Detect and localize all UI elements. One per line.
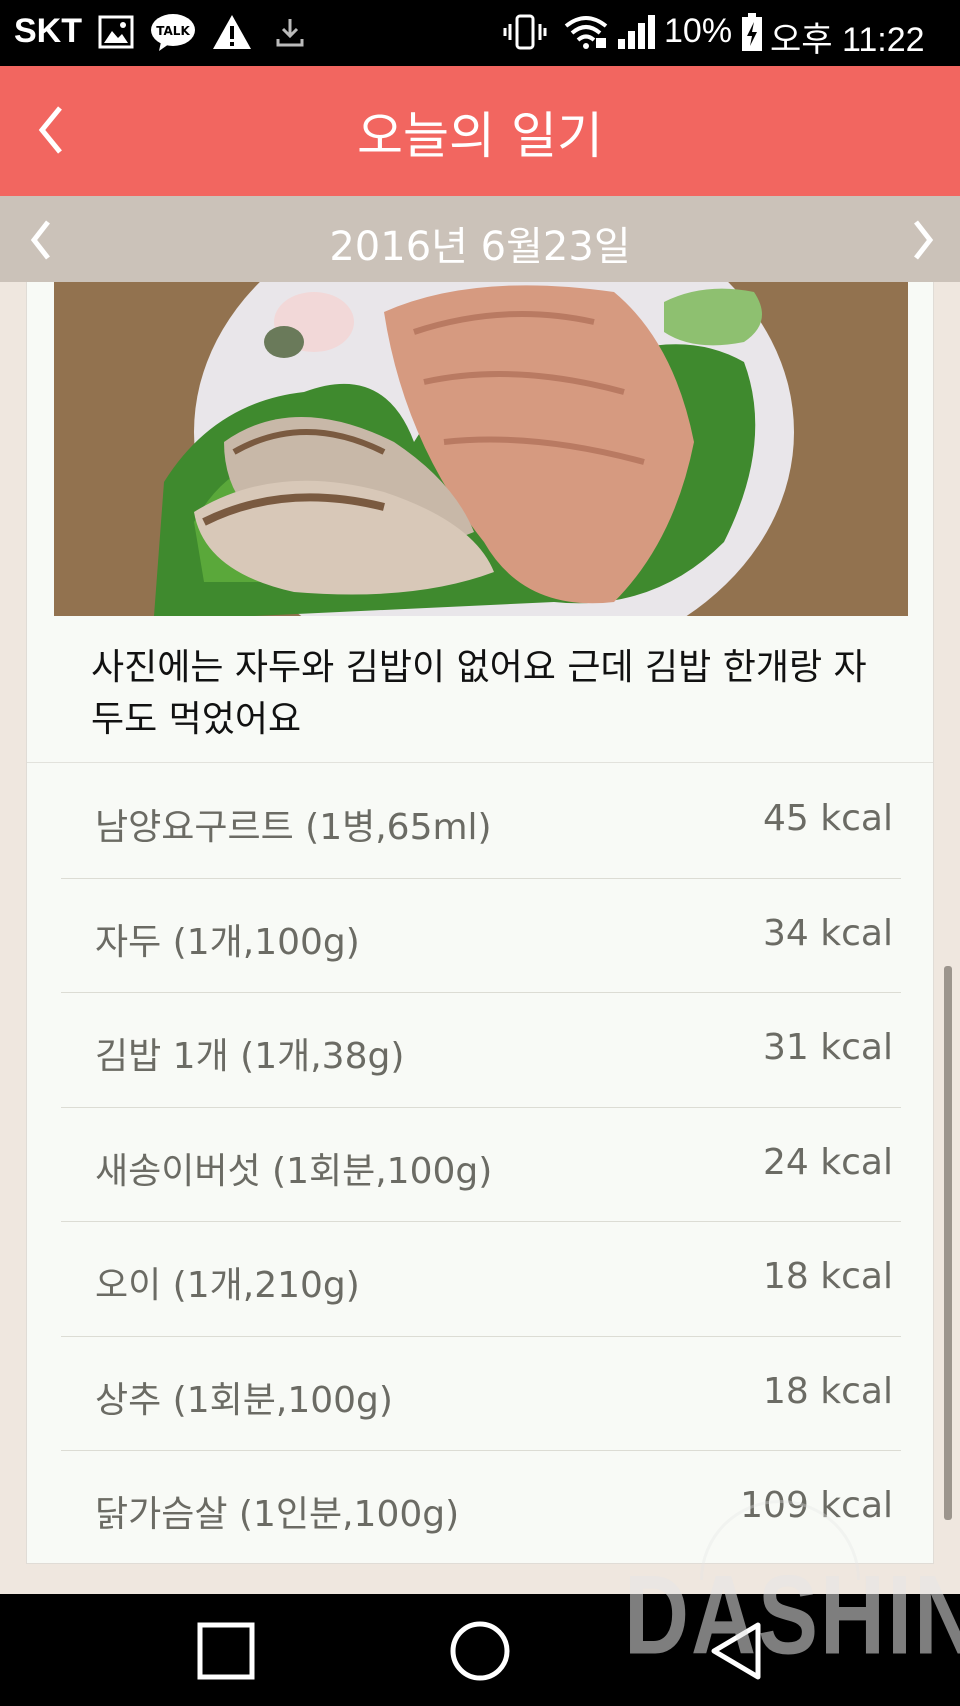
- food-list: 남양요구르트 (1병,65ml) 45 kcal 자두 (1개,100g) 34…: [61, 764, 901, 1566]
- signal-icon: [614, 12, 660, 52]
- battery-percent: 10%: [664, 12, 733, 50]
- vibrate-icon: [500, 12, 550, 52]
- diary-memo: 사진에는 자두와 김밥이 없어요 근데 김밥 한개랑 자두도 먹었어요: [91, 647, 867, 740]
- status-bar: SKT TALK 10% 오후 11:22: [0, 0, 960, 66]
- recent-apps-button[interactable]: [186, 1616, 266, 1686]
- food-kcal: 18 kcal: [763, 1370, 893, 1412]
- next-day-button[interactable]: [908, 216, 938, 264]
- food-row[interactable]: 새송이버섯 (1회분,100g) 24 kcal: [61, 1108, 901, 1222]
- download-icon: [270, 12, 310, 52]
- battery-charging-icon: [738, 12, 766, 52]
- svg-text:TALK: TALK: [156, 24, 190, 38]
- food-row[interactable]: 남양요구르트 (1병,65ml) 45 kcal: [61, 764, 901, 879]
- food-kcal: 31 kcal: [763, 1027, 893, 1068]
- clock: 오후 11:22: [770, 21, 925, 59]
- food-row[interactable]: 김밥 1개 (1개,38g) 31 kcal: [61, 993, 901, 1108]
- food-row[interactable]: 상추 (1회분,100g) 18 kcal: [61, 1337, 901, 1451]
- food-kcal: 45 kcal: [763, 798, 893, 839]
- food-name: 새송이버섯 (1회분,100g): [95, 1150, 493, 1192]
- food-row[interactable]: 오이 (1개,210g) 18 kcal: [61, 1222, 901, 1337]
- food-name: 남양요구르트 (1병,65ml): [95, 807, 492, 848]
- food-row[interactable]: 자두 (1개,100g) 34 kcal: [61, 879, 901, 993]
- date-navigator: 2016년 6월23일: [0, 196, 960, 282]
- watermark-logo: DASHIN: [624, 1553, 960, 1679]
- page-title: 오늘의 일기: [357, 107, 603, 165]
- meal-photo[interactable]: [54, 282, 908, 616]
- divider: [27, 762, 933, 763]
- food-kcal: 34 kcal: [763, 912, 893, 954]
- food-name: 닭가슴살 (1인분,100g): [95, 1494, 460, 1535]
- home-button[interactable]: [440, 1616, 520, 1686]
- food-name: 상추 (1회분,100g): [95, 1379, 393, 1421]
- food-kcal: 18 kcal: [763, 1256, 893, 1297]
- kakaotalk-icon: TALK: [148, 12, 198, 52]
- food-name: 자두 (1개,100g): [95, 921, 360, 963]
- square-icon: [197, 1622, 255, 1680]
- warning-icon: [210, 12, 254, 52]
- scrollbar[interactable]: [944, 966, 952, 1520]
- app-header: 오늘의 일기: [0, 66, 960, 196]
- carrier-label: SKT: [14, 12, 82, 50]
- food-name: 김밥 1개 (1개,38g): [95, 1036, 405, 1077]
- diary-card: 사진에는 자두와 김밥이 없어요 근데 김밥 한개랑 자두도 먹었어요 남양요구…: [26, 282, 934, 1564]
- chevron-right-icon: [914, 220, 934, 260]
- food-kcal: 24 kcal: [763, 1141, 893, 1183]
- current-date: 2016년 6월23일: [329, 224, 631, 270]
- circle-icon: [450, 1621, 510, 1681]
- gallery-icon: [96, 12, 136, 52]
- food-name: 오이 (1개,210g): [95, 1265, 360, 1306]
- wifi-icon: [562, 12, 610, 52]
